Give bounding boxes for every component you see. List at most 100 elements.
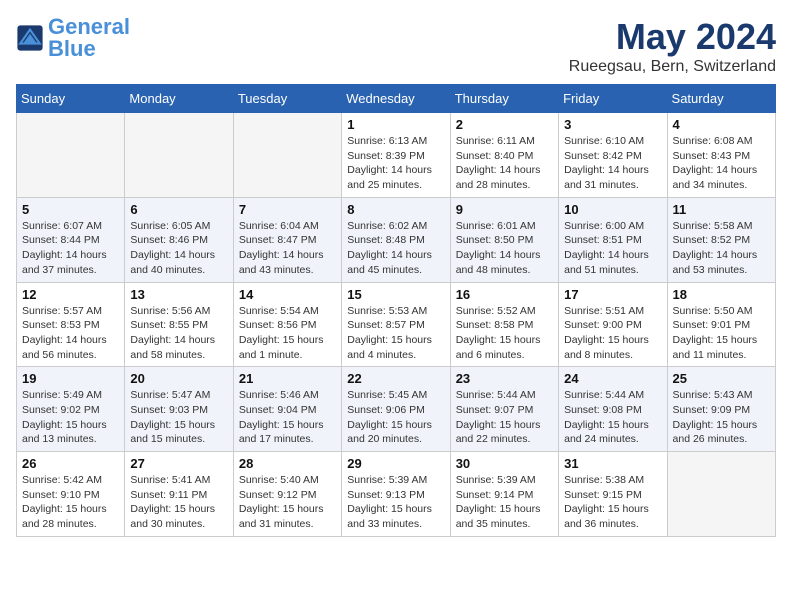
day-info: Sunrise: 5:44 AM Sunset: 9:08 PM Dayligh… [564, 388, 661, 447]
calendar-cell: 6 Sunrise: 6:05 AM Sunset: 8:46 PM Daylig… [125, 197, 233, 282]
day-number: 22 [347, 371, 444, 386]
day-number: 17 [564, 287, 661, 302]
calendar-cell: 11 Sunrise: 5:58 AM Sunset: 8:52 PM Dayli… [667, 197, 775, 282]
day-info: Sunrise: 6:01 AM Sunset: 8:50 PM Dayligh… [456, 219, 553, 278]
day-info: Sunrise: 6:05 AM Sunset: 8:46 PM Dayligh… [130, 219, 227, 278]
day-number: 6 [130, 202, 227, 217]
calendar-cell: 28 Sunrise: 5:40 AM Sunset: 9:12 PM Dayli… [233, 452, 341, 537]
day-number: 27 [130, 456, 227, 471]
calendar-cell: 22 Sunrise: 5:45 AM Sunset: 9:06 PM Dayli… [342, 367, 450, 452]
day-info: Sunrise: 5:56 AM Sunset: 8:55 PM Dayligh… [130, 304, 227, 363]
day-number: 24 [564, 371, 661, 386]
day-number: 9 [456, 202, 553, 217]
calendar-cell: 9 Sunrise: 6:01 AM Sunset: 8:50 PM Daylig… [450, 197, 558, 282]
col-header-monday: Monday [125, 85, 233, 113]
day-info: Sunrise: 5:41 AM Sunset: 9:11 PM Dayligh… [130, 473, 227, 532]
col-header-sunday: Sunday [17, 85, 125, 113]
day-number: 31 [564, 456, 661, 471]
day-info: Sunrise: 5:42 AM Sunset: 9:10 PM Dayligh… [22, 473, 119, 532]
calendar-cell: 26Sunrise: 5:42 AM Sunset: 9:10 PM Dayli… [17, 452, 125, 537]
calendar-cell: 30 Sunrise: 5:39 AM Sunset: 9:14 PM Dayli… [450, 452, 558, 537]
logo-text: General Blue [48, 16, 130, 60]
col-header-saturday: Saturday [667, 85, 775, 113]
day-info: Sunrise: 5:47 AM Sunset: 9:03 PM Dayligh… [130, 388, 227, 447]
day-number: 19 [22, 371, 119, 386]
calendar-week-row: 19 Sunrise: 5:49 AM Sunset: 9:02 PM Dayli… [17, 367, 776, 452]
page-header: General Blue May 2024 Rueegsau, Bern, Sw… [16, 16, 776, 76]
day-number: 23 [456, 371, 553, 386]
calendar-cell [17, 113, 125, 198]
day-number: 4 [673, 117, 770, 132]
day-number: 13 [130, 287, 227, 302]
calendar-cell: 23 Sunrise: 5:44 AM Sunset: 9:07 PM Dayli… [450, 367, 558, 452]
day-info: Sunrise: 5:44 AM Sunset: 9:07 PM Dayligh… [456, 388, 553, 447]
day-info: Sunrise: 5:39 AM Sunset: 9:13 PM Dayligh… [347, 473, 444, 532]
day-info: Sunrise: 6:11 AM Sunset: 8:40 PM Dayligh… [456, 134, 553, 193]
title-area: May 2024 Rueegsau, Bern, Switzerland [569, 16, 776, 76]
calendar-cell: 27 Sunrise: 5:41 AM Sunset: 9:11 PM Dayli… [125, 452, 233, 537]
day-info: Sunrise: 5:40 AM Sunset: 9:12 PM Dayligh… [239, 473, 336, 532]
calendar-cell: 31Sunrise: 5:38 AM Sunset: 9:15 PM Dayli… [559, 452, 667, 537]
calendar-cell: 12 Sunrise: 5:57 AM Sunset: 8:53 PM Dayli… [17, 282, 125, 367]
day-info: Sunrise: 6:04 AM Sunset: 8:47 PM Dayligh… [239, 219, 336, 278]
calendar-cell: 21 Sunrise: 5:46 AM Sunset: 9:04 PM Dayli… [233, 367, 341, 452]
day-number: 28 [239, 456, 336, 471]
day-info: Sunrise: 5:53 AM Sunset: 8:57 PM Dayligh… [347, 304, 444, 363]
calendar-week-row: 5 Sunrise: 6:07 AM Sunset: 8:44 PM Daylig… [17, 197, 776, 282]
calendar-cell: 18 Sunrise: 5:50 AM Sunset: 9:01 PM Dayli… [667, 282, 775, 367]
calendar-header-row: SundayMondayTuesdayWednesdayThursdayFrid… [17, 85, 776, 113]
calendar-cell: 13 Sunrise: 5:56 AM Sunset: 8:55 PM Dayli… [125, 282, 233, 367]
day-info: Sunrise: 5:51 AM Sunset: 9:00 PM Dayligh… [564, 304, 661, 363]
calendar-cell: 4 Sunrise: 6:08 AM Sunset: 8:43 PM Daylig… [667, 113, 775, 198]
day-number: 25 [673, 371, 770, 386]
calendar-cell: 3Sunrise: 6:10 AM Sunset: 8:42 PM Daylig… [559, 113, 667, 198]
day-number: 14 [239, 287, 336, 302]
calendar-cell [125, 113, 233, 198]
day-info: Sunrise: 5:49 AM Sunset: 9:02 PM Dayligh… [22, 388, 119, 447]
day-info: Sunrise: 6:13 AM Sunset: 8:39 PM Dayligh… [347, 134, 444, 193]
day-info: Sunrise: 5:39 AM Sunset: 9:14 PM Dayligh… [456, 473, 553, 532]
day-number: 10 [564, 202, 661, 217]
logo-icon [16, 24, 44, 52]
location: Rueegsau, Bern, Switzerland [569, 58, 776, 76]
day-info: Sunrise: 5:43 AM Sunset: 9:09 PM Dayligh… [673, 388, 770, 447]
calendar-cell: 29 Sunrise: 5:39 AM Sunset: 9:13 PM Dayli… [342, 452, 450, 537]
day-info: Sunrise: 5:54 AM Sunset: 8:56 PM Dayligh… [239, 304, 336, 363]
day-number: 30 [456, 456, 553, 471]
day-info: Sunrise: 5:45 AM Sunset: 9:06 PM Dayligh… [347, 388, 444, 447]
calendar-cell: 25 Sunrise: 5:43 AM Sunset: 9:09 PM Dayli… [667, 367, 775, 452]
month-title: May 2024 [569, 16, 776, 58]
day-number: 21 [239, 371, 336, 386]
calendar-cell [667, 452, 775, 537]
calendar-cell: 24 Sunrise: 5:44 AM Sunset: 9:08 PM Dayli… [559, 367, 667, 452]
calendar-table: SundayMondayTuesdayWednesdayThursdayFrid… [16, 84, 776, 537]
calendar-cell: 5 Sunrise: 6:07 AM Sunset: 8:44 PM Daylig… [17, 197, 125, 282]
day-number: 18 [673, 287, 770, 302]
calendar-cell: 15Sunrise: 5:53 AM Sunset: 8:57 PM Dayli… [342, 282, 450, 367]
day-number: 12 [22, 287, 119, 302]
day-info: Sunrise: 5:57 AM Sunset: 8:53 PM Dayligh… [22, 304, 119, 363]
calendar-cell: 19 Sunrise: 5:49 AM Sunset: 9:02 PM Dayli… [17, 367, 125, 452]
day-info: Sunrise: 6:07 AM Sunset: 8:44 PM Dayligh… [22, 219, 119, 278]
calendar-cell: 17 Sunrise: 5:51 AM Sunset: 9:00 PM Dayli… [559, 282, 667, 367]
col-header-tuesday: Tuesday [233, 85, 341, 113]
col-header-friday: Friday [559, 85, 667, 113]
day-info: Sunrise: 5:58 AM Sunset: 8:52 PM Dayligh… [673, 219, 770, 278]
day-info: Sunrise: 6:08 AM Sunset: 8:43 PM Dayligh… [673, 134, 770, 193]
calendar-cell [233, 113, 341, 198]
calendar-cell: 8 Sunrise: 6:02 AM Sunset: 8:48 PM Daylig… [342, 197, 450, 282]
day-info: Sunrise: 5:46 AM Sunset: 9:04 PM Dayligh… [239, 388, 336, 447]
col-header-thursday: Thursday [450, 85, 558, 113]
calendar-cell: 20Sunrise: 5:47 AM Sunset: 9:03 PM Dayli… [125, 367, 233, 452]
calendar-cell: 7Sunrise: 6:04 AM Sunset: 8:47 PM Daylig… [233, 197, 341, 282]
col-header-wednesday: Wednesday [342, 85, 450, 113]
day-info: Sunrise: 6:10 AM Sunset: 8:42 PM Dayligh… [564, 134, 661, 193]
day-info: Sunrise: 5:50 AM Sunset: 9:01 PM Dayligh… [673, 304, 770, 363]
day-number: 29 [347, 456, 444, 471]
day-number: 11 [673, 202, 770, 217]
calendar-cell: 2Sunrise: 6:11 AM Sunset: 8:40 PM Daylig… [450, 113, 558, 198]
calendar-cell: 14 Sunrise: 5:54 AM Sunset: 8:56 PM Dayli… [233, 282, 341, 367]
day-number: 8 [347, 202, 444, 217]
day-number: 5 [22, 202, 119, 217]
day-info: Sunrise: 6:02 AM Sunset: 8:48 PM Dayligh… [347, 219, 444, 278]
